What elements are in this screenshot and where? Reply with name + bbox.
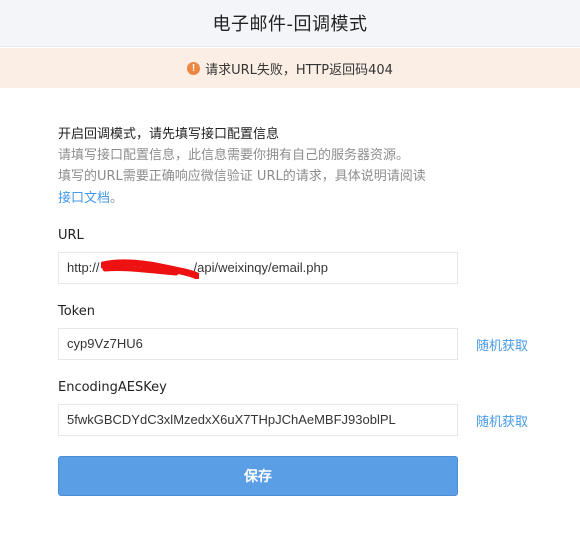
url-value-prefix: http:// — [67, 260, 100, 275]
token-field[interactable]: cyp9Vz7HU6 — [58, 328, 458, 360]
error-banner: ! 请求URL失败，HTTP返回码404 — [0, 48, 580, 88]
save-button[interactable]: 保存 — [58, 456, 458, 496]
api-docs-link[interactable]: 接口文档 — [58, 191, 110, 206]
intro-title: 开启回调模式，请先填写接口配置信息 — [58, 127, 280, 142]
url-value-suffix: /api/weixinqy/email.php — [193, 260, 328, 275]
warning-icon: ! — [187, 61, 201, 75]
intro-tail: 。 — [110, 191, 124, 206]
aeskey-field[interactable]: 5fwkGBCDYdC3xlMzedxX6uX7THpJChAeMBFJ93ob… — [58, 404, 458, 436]
token-random-link[interactable]: 随机获取 — [476, 335, 528, 354]
page-title: 电子邮件-回调模式 — [212, 14, 368, 35]
intro-description-2: 填写的URL需要正确响应微信验证 URL的请求，具体说明请阅读 — [58, 169, 426, 184]
error-message: 请求URL失败，HTTP返回码404 — [205, 62, 393, 78]
url-field[interactable]: http:// /api/weixinqy/email.php — [58, 252, 458, 284]
page-header: 电子邮件-回调模式 — [0, 0, 580, 47]
aeskey-label: EncodingAESKey — [58, 380, 167, 395]
intro-description-1: 请填写接口配置信息，此信息需要你拥有自己的服务器资源。 — [58, 148, 410, 163]
aeskey-random-link[interactable]: 随机获取 — [476, 411, 528, 430]
token-label: Token — [58, 304, 95, 319]
intro-section: 开启回调模式，请先填写接口配置信息 请填写接口配置信息，此信息需要你拥有自己的服… — [58, 124, 538, 209]
url-label: URL — [58, 228, 84, 243]
